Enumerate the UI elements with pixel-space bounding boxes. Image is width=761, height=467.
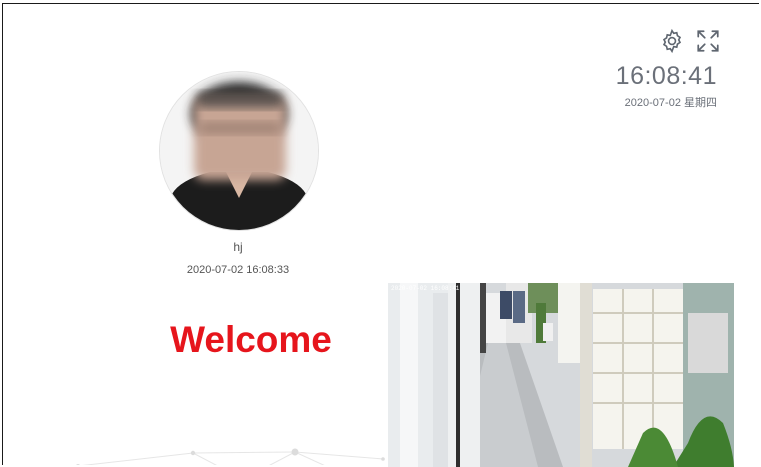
camera-timestamp: 2020-07-02 16:08:41 [391,285,460,292]
welcome-text: Welcome [170,319,332,360]
avatar [159,71,319,231]
visitor-name: hj [233,240,243,254]
camera-feed: 2020-07-02 16:08:41 [388,283,734,467]
top-toolbar [659,28,721,54]
clock-date: 2020-07-02 星期四 [624,97,717,109]
clock-time: 16:08:41 [615,62,717,90]
visitor-timestamp: 2020-07-02 16:08:33 [186,264,290,276]
fullscreen-icon[interactable] [695,28,721,54]
visitor-photo [160,72,318,230]
gear-icon[interactable] [659,28,685,54]
camera-image: 2020-07-02 16:08:41 [388,283,734,467]
